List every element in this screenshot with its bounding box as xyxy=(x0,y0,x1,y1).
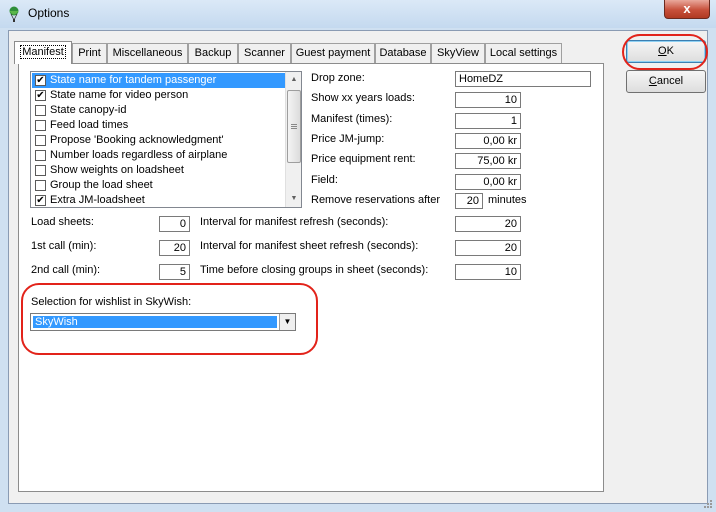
first-call-field[interactable]: 20 xyxy=(159,240,190,256)
list-item-label: State canopy-id xyxy=(50,104,127,116)
load-sheets-field[interactable]: 0 xyxy=(159,216,190,232)
list-item-label: Propose 'Booking acknowledgment' xyxy=(50,134,224,146)
list-item-label: Number loads regardless of airplane xyxy=(50,149,228,161)
scroll-down-arrow-icon[interactable]: ▼ xyxy=(286,191,302,207)
list-item[interactable]: ✔ State name for video person xyxy=(32,88,285,103)
tab-database[interactable]: Database xyxy=(375,43,431,63)
list-scrollbar[interactable]: ▲ ▼ xyxy=(285,72,301,207)
wishlist-select[interactable]: SkyWish ▼ xyxy=(30,313,296,331)
tab-miscellaneous[interactable]: Miscellaneous xyxy=(107,43,188,63)
list-item[interactable]: Propose 'Booking acknowledgment' xyxy=(32,133,285,148)
cancel-label-rest: ancel xyxy=(656,75,684,87)
tab-guest-payment[interactable]: Guest payment xyxy=(291,43,375,63)
ok-button[interactable]: OK xyxy=(626,40,706,63)
field-price-field[interactable]: 0,00 kr xyxy=(455,174,521,190)
tab-label: Guest payment xyxy=(295,47,371,59)
wishlist-select-value: SkyWish xyxy=(33,316,277,328)
chevron-down-icon[interactable]: ▼ xyxy=(279,314,295,330)
checkbox[interactable]: ✔ xyxy=(35,90,46,101)
cancel-button[interactable]: Cancel xyxy=(626,70,706,93)
tab-skyview[interactable]: SkyView xyxy=(431,43,485,63)
checkbox[interactable]: ✔ xyxy=(35,195,46,206)
list-item[interactable]: Number loads regardless of airplane xyxy=(32,148,285,163)
list-item-label: Show weights on loadsheet xyxy=(50,164,184,176)
title-bar: Options x xyxy=(0,0,716,28)
checkbox[interactable] xyxy=(35,150,46,161)
drop-zone-label: Drop zone: xyxy=(311,72,365,84)
list-item-label: Extra JM-loadsheet xyxy=(50,194,145,206)
minutes-label: minutes xyxy=(488,194,527,206)
price-jm-jump-field[interactable]: 0,00 kr xyxy=(455,133,521,149)
manifest-times-field[interactable]: 1 xyxy=(455,113,521,129)
checkbox[interactable]: ✔ xyxy=(35,75,46,86)
list-item[interactable]: Group the load sheet xyxy=(32,178,285,193)
tab-label: Local settings xyxy=(489,47,558,59)
years-loads-field[interactable]: 10 xyxy=(455,92,521,108)
checkbox[interactable] xyxy=(35,120,46,131)
price-jm-jump-label: Price JM-jump: xyxy=(311,133,385,145)
manifest-refresh-label: Interval for manifest refresh (seconds): xyxy=(200,216,389,228)
resize-grip-icon[interactable] xyxy=(703,499,713,509)
tab-label: Database xyxy=(379,47,427,59)
wishlist-label: Selection for wishlist in SkyWish: xyxy=(31,296,192,308)
tab-label: Scanner xyxy=(244,47,285,59)
manifest-times-label: Manifest (times): xyxy=(311,113,393,125)
checkbox[interactable] xyxy=(35,165,46,176)
list-item[interactable]: State canopy-id xyxy=(32,103,285,118)
options-checklist[interactable]: ✔ State name for tandem passenger ✔ Stat… xyxy=(30,71,302,208)
scroll-thumb[interactable] xyxy=(287,90,301,163)
tab-backup[interactable]: Backup xyxy=(188,43,238,63)
list-item-label: Feed load times xyxy=(50,119,129,131)
cancel-accelerator: C xyxy=(648,75,657,87)
sheet-refresh-label: Interval for manifest sheet refresh (sec… xyxy=(200,240,419,252)
remove-reservations-field[interactable]: 20 xyxy=(455,193,483,209)
tab-local-settings[interactable]: Local settings xyxy=(485,43,562,63)
window-title: Options xyxy=(28,6,70,20)
list-item[interactable]: ✔ State name for tandem passenger xyxy=(32,73,285,88)
closing-groups-field[interactable]: 10 xyxy=(455,264,521,280)
price-equipment-rent-label: Price equipment rent: xyxy=(311,153,416,165)
manifest-refresh-field[interactable]: 20 xyxy=(455,216,521,232)
sheet-refresh-field[interactable]: 20 xyxy=(455,240,521,256)
tab-label: SkyView xyxy=(437,47,479,59)
close-button[interactable]: x xyxy=(664,0,710,19)
list-item[interactable]: ✔ Extra JM-loadsheet xyxy=(32,193,285,207)
list-item[interactable]: Show weights on loadsheet xyxy=(32,163,285,178)
years-loads-label: Show xx years loads: xyxy=(311,92,415,104)
list-item-label: Group the load sheet xyxy=(50,179,153,191)
remove-reservations-label: Remove reservations after xyxy=(311,194,440,206)
ok-label-rest: K xyxy=(666,45,674,57)
app-icon xyxy=(9,6,19,22)
tab-label: Backup xyxy=(194,47,232,59)
tab-label: Print xyxy=(78,47,101,59)
first-call-label: 1st call (min): xyxy=(31,240,97,252)
tab-manifest[interactable]: Manifest xyxy=(14,41,72,64)
checkbox[interactable] xyxy=(35,180,46,191)
checkbox[interactable] xyxy=(35,135,46,146)
list-item[interactable]: Feed load times xyxy=(32,118,285,133)
close-icon: x xyxy=(683,1,691,16)
tab-print[interactable]: Print xyxy=(72,43,107,63)
checkbox[interactable] xyxy=(35,105,46,116)
load-sheets-label: Load sheets: xyxy=(31,216,94,228)
ok-accelerator: O xyxy=(658,45,667,57)
tab-label: Manifest xyxy=(20,45,66,59)
scroll-up-arrow-icon[interactable]: ▲ xyxy=(286,72,302,88)
second-call-field[interactable]: 5 xyxy=(159,264,190,280)
second-call-label: 2nd call (min): xyxy=(31,264,101,276)
drop-zone-field[interactable]: HomeDZ xyxy=(455,71,591,87)
tab-scanner[interactable]: Scanner xyxy=(238,43,291,63)
list-item-label: State name for tandem passenger xyxy=(50,74,217,86)
field-label: Field: xyxy=(311,174,338,186)
tab-label: Miscellaneous xyxy=(112,47,183,59)
closing-groups-label: Time before closing groups in sheet (sec… xyxy=(200,264,429,276)
list-item-label: State name for video person xyxy=(50,89,189,101)
price-equipment-rent-field[interactable]: 75,00 kr xyxy=(455,153,521,169)
